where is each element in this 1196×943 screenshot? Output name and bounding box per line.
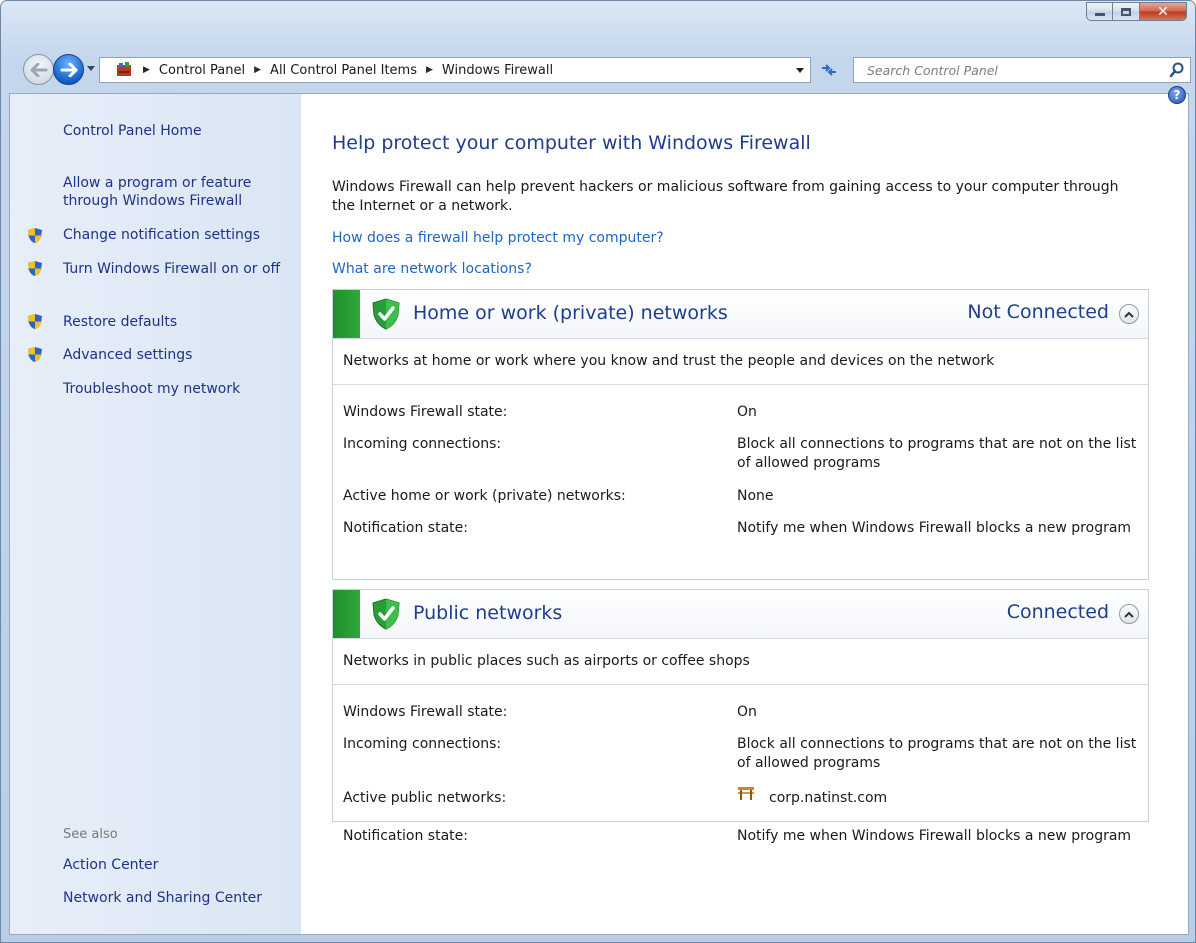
active-networks-row: Active home or work (private) networks: … bbox=[333, 487, 1148, 511]
address-bar[interactable]: ▶ Control Panel ▶ All Control Panel Item… bbox=[99, 57, 811, 83]
firewall-shield-check-icon bbox=[372, 598, 400, 630]
firewall-state-row: Windows Firewall state: On bbox=[333, 403, 1148, 427]
incoming-connections-row: Incoming connections: Block all connecti… bbox=[333, 735, 1148, 781]
recent-pages-dropdown[interactable] bbox=[87, 66, 95, 71]
row-label: Notification state: bbox=[343, 520, 468, 536]
minimize-icon bbox=[1094, 13, 1105, 16]
row-value: Notify me when Windows Firewall blocks a… bbox=[737, 828, 1132, 844]
forward-arrow-icon bbox=[60, 62, 77, 77]
row-value: On bbox=[737, 404, 757, 420]
search-box bbox=[853, 57, 1191, 83]
firewall-window: ✕ ▶ Control Panel ▶ All Control Panel It… bbox=[0, 0, 1196, 943]
row-value: corp.natinst.com bbox=[737, 787, 1142, 808]
private-networks-header[interactable]: Home or work (private) networks Not Conn… bbox=[333, 290, 1148, 339]
minimize-button[interactable] bbox=[1086, 2, 1113, 21]
refresh-icon bbox=[821, 64, 836, 76]
search-input[interactable] bbox=[854, 58, 1154, 82]
help-icon[interactable]: ? bbox=[1168, 86, 1186, 104]
control-panel-icon bbox=[114, 61, 134, 79]
status-green-bar bbox=[333, 290, 360, 338]
close-icon: ✕ bbox=[1157, 3, 1169, 20]
link-how-firewall-helps[interactable]: How does a firewall help protect my comp… bbox=[332, 230, 664, 246]
page-title: Help protect your computer with Windows … bbox=[332, 132, 811, 154]
row-value: None bbox=[737, 488, 774, 504]
row-label: Active home or work (private) networks: bbox=[343, 488, 626, 504]
panel-title: Public networks bbox=[413, 602, 563, 624]
chevron-up-icon bbox=[1124, 611, 1134, 618]
refresh-button[interactable] bbox=[814, 57, 843, 83]
maximize-button[interactable] bbox=[1113, 2, 1140, 21]
navigation-bar: ▶ Control Panel ▶ All Control Panel Item… bbox=[1, 51, 1196, 91]
uac-shield-icon bbox=[28, 228, 42, 243]
chevron-up-icon bbox=[1124, 311, 1134, 318]
status-green-bar bbox=[333, 590, 360, 638]
address-history-dropdown[interactable] bbox=[796, 68, 804, 73]
breadcrumb-windows-firewall[interactable]: Windows Firewall bbox=[442, 63, 553, 78]
breadcrumb-separator-icon[interactable]: ▶ bbox=[254, 65, 261, 75]
close-button[interactable]: ✕ bbox=[1140, 2, 1187, 21]
firewall-state-row: Windows Firewall state: On bbox=[333, 703, 1148, 727]
row-label: Incoming connections: bbox=[343, 736, 502, 752]
public-network-bench-icon bbox=[738, 787, 754, 800]
collapse-button[interactable] bbox=[1119, 304, 1139, 324]
panel-description: Networks at home or work where you know … bbox=[333, 339, 1148, 385]
link-network-locations[interactable]: What are network locations? bbox=[332, 261, 532, 277]
sidebar-link-action-center[interactable]: Action Center bbox=[63, 856, 158, 874]
private-networks-panel: Home or work (private) networks Not Conn… bbox=[332, 289, 1149, 580]
breadcrumb-separator-icon[interactable]: ▶ bbox=[426, 65, 433, 75]
breadcrumb-control-panel[interactable]: Control Panel bbox=[159, 63, 245, 78]
row-value: Block all connections to programs that a… bbox=[737, 736, 1137, 771]
row-label: Notification state: bbox=[343, 828, 468, 844]
intro-text: Windows Firewall can help prevent hacker… bbox=[332, 179, 1119, 214]
incoming-connections-row: Incoming connections: Block all connecti… bbox=[333, 435, 1148, 481]
caption-buttons: ✕ bbox=[1086, 2, 1187, 22]
maximize-icon bbox=[1121, 7, 1131, 16]
see-also-heading: See also bbox=[63, 827, 118, 842]
row-label: Active public networks: bbox=[343, 790, 507, 806]
firewall-shield-check-icon bbox=[372, 298, 400, 330]
active-networks-row: Active public networks: corp.natinst.com bbox=[333, 787, 1148, 819]
sidebar-link-advanced-settings[interactable]: Advanced settings bbox=[63, 346, 192, 364]
active-network-name: corp.natinst.com bbox=[769, 790, 888, 806]
notification-state-row: Notification state: Notify me when Windo… bbox=[333, 827, 1148, 871]
public-networks-panel: Public networks Connected Networks in pu… bbox=[332, 589, 1149, 844]
sidebar-link-turn-firewall-on-off[interactable]: Turn Windows Firewall on or off bbox=[63, 260, 283, 278]
sidebar-link-network-sharing-center[interactable]: Network and Sharing Center bbox=[63, 889, 262, 907]
uac-shield-icon bbox=[28, 314, 42, 329]
row-label: Incoming connections: bbox=[343, 436, 502, 452]
sidebar-link-troubleshoot-network[interactable]: Troubleshoot my network bbox=[63, 380, 240, 398]
back-arrow-icon bbox=[30, 62, 47, 77]
connection-status: Connected bbox=[1006, 601, 1109, 623]
sidebar-link-restore-defaults[interactable]: Restore defaults bbox=[63, 313, 177, 331]
panel-title: Home or work (private) networks bbox=[413, 302, 728, 324]
public-networks-header[interactable]: Public networks Connected bbox=[333, 590, 1148, 639]
task-pane: Control Panel Home Allow a program or fe… bbox=[10, 94, 301, 934]
back-button[interactable] bbox=[23, 54, 54, 85]
search-icon[interactable] bbox=[1168, 61, 1186, 79]
row-label: Windows Firewall state: bbox=[343, 404, 508, 420]
uac-shield-icon bbox=[28, 347, 42, 362]
notification-state-row: Notification state: Notify me when Windo… bbox=[333, 519, 1148, 563]
row-value: Notify me when Windows Firewall blocks a… bbox=[737, 520, 1132, 536]
breadcrumb-separator-icon: ▶ bbox=[143, 65, 150, 75]
content-area: Control Panel Home Allow a program or fe… bbox=[9, 86, 1189, 935]
connection-status: Not Connected bbox=[967, 301, 1109, 323]
collapse-button[interactable] bbox=[1119, 604, 1139, 624]
row-value: Block all connections to programs that a… bbox=[737, 436, 1137, 471]
breadcrumb-all-items[interactable]: All Control Panel Items bbox=[270, 63, 417, 78]
sidebar-link-allow-program[interactable]: Allow a program or feature through Windo… bbox=[63, 174, 278, 210]
uac-shield-icon bbox=[28, 261, 42, 276]
row-label: Windows Firewall state: bbox=[343, 704, 508, 720]
panel-description: Networks in public places such as airpor… bbox=[333, 639, 1148, 685]
title-bar: ✕ bbox=[1, 1, 1195, 53]
row-value: On bbox=[737, 704, 757, 720]
forward-button[interactable] bbox=[53, 54, 84, 85]
sidebar-link-change-notification[interactable]: Change notification settings bbox=[63, 226, 260, 244]
sidebar-link-control-panel-home[interactable]: Control Panel Home bbox=[63, 122, 202, 140]
